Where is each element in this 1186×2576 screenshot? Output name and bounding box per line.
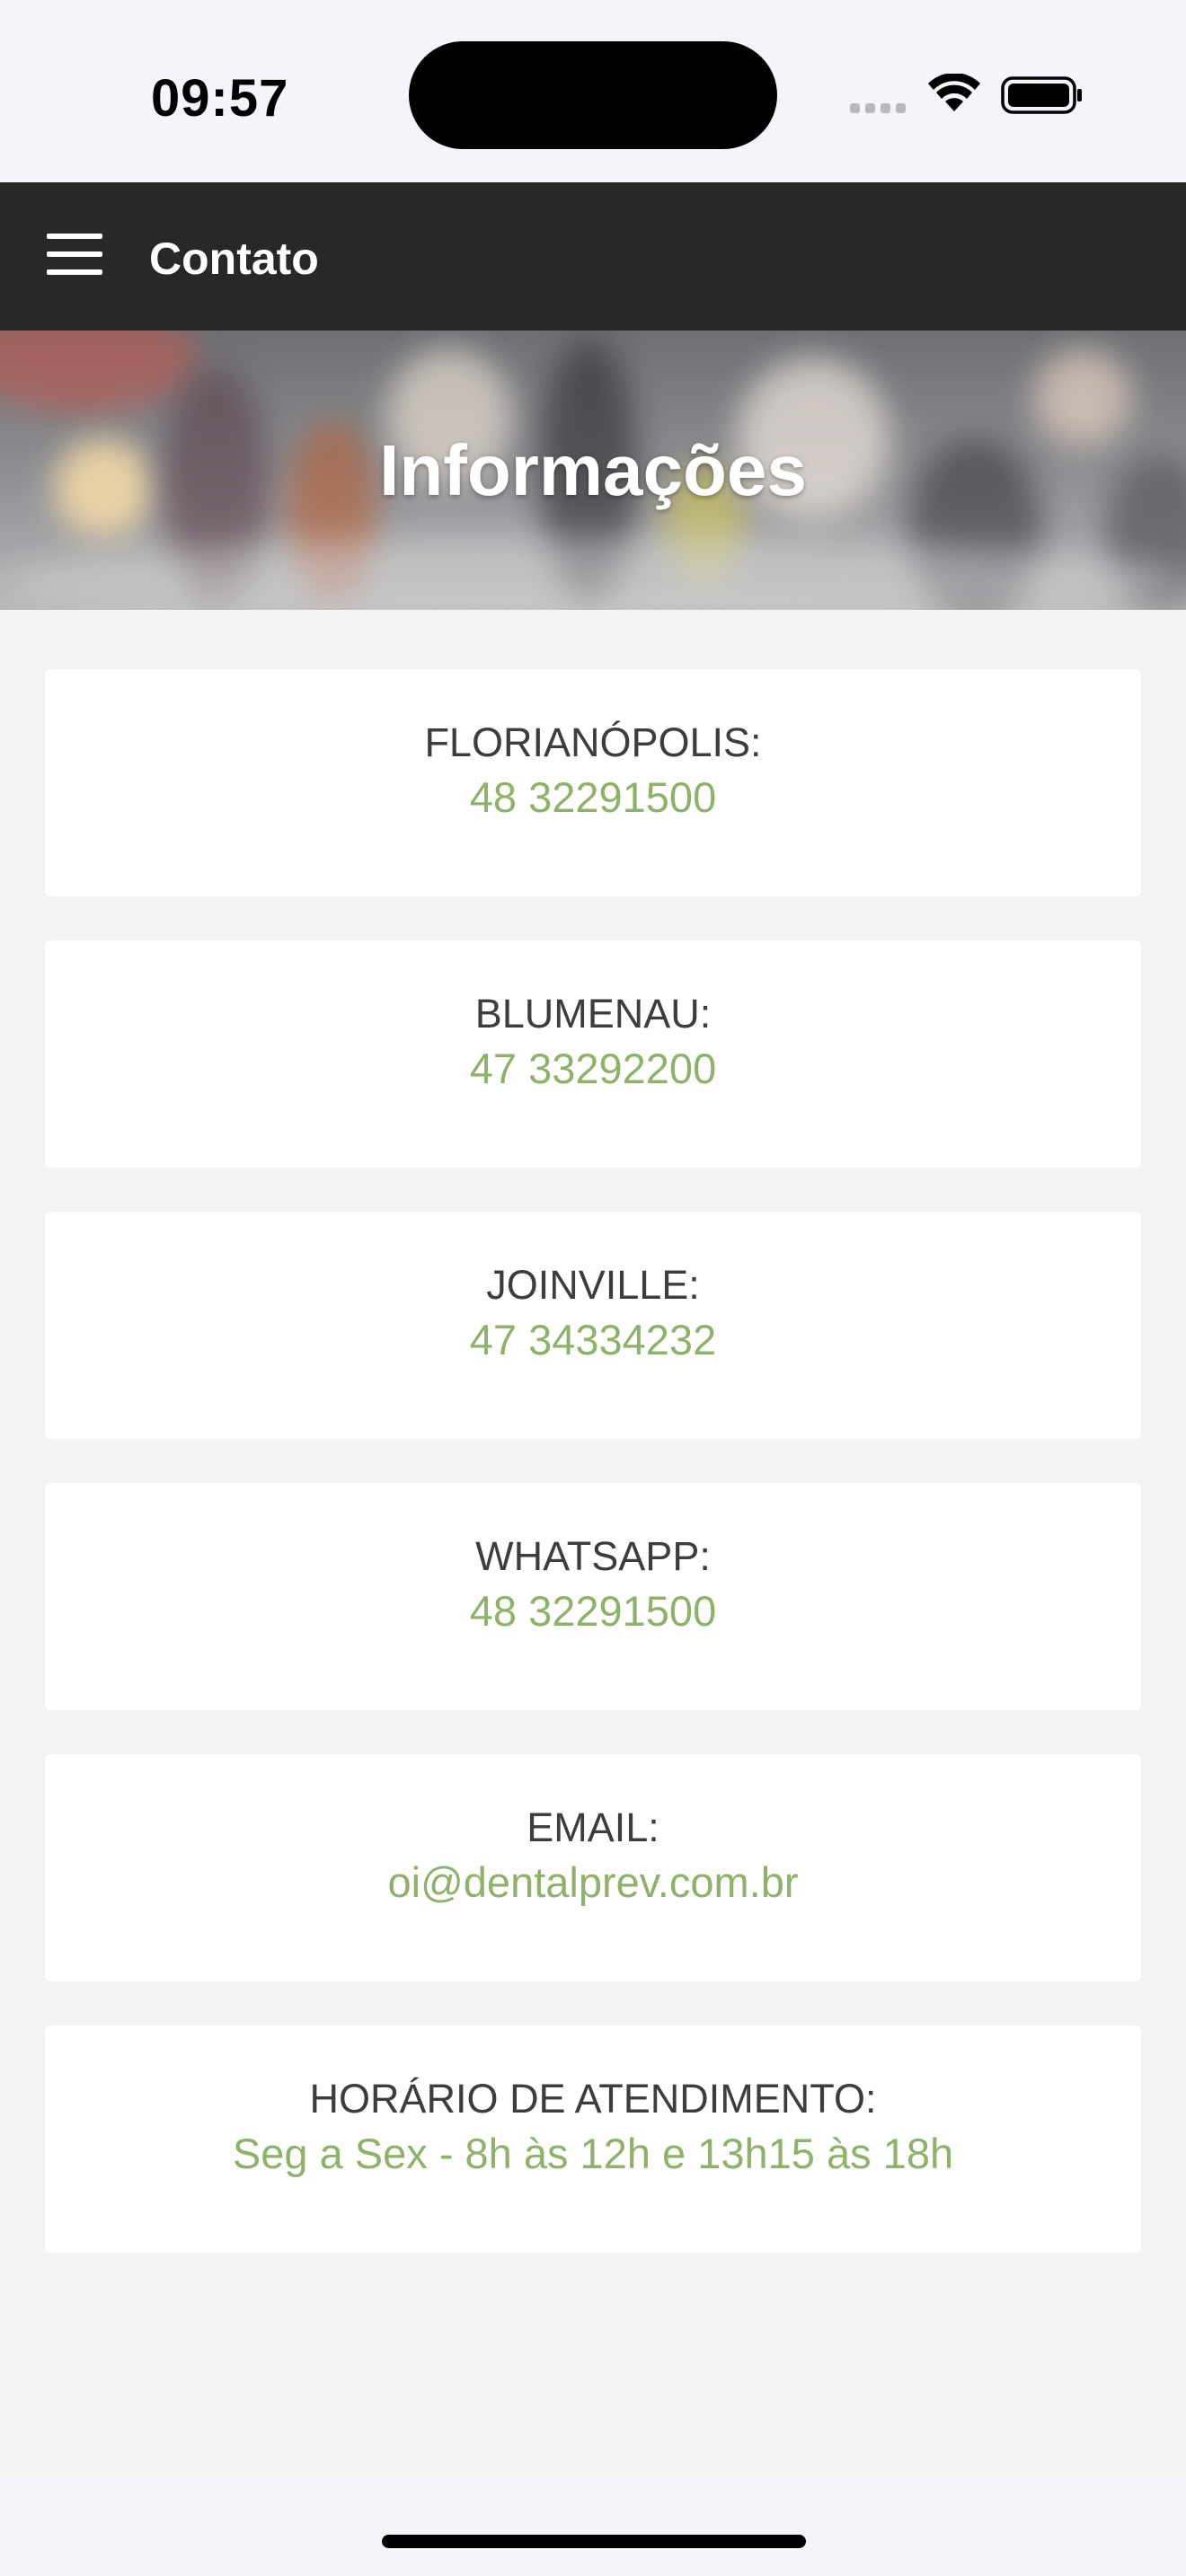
contact-card-joinville: JOINVILLE: 47 34334232 <box>45 1212 1141 1439</box>
contact-label: WHATSAPP: <box>475 1533 711 1579</box>
contact-card-blumenau: BLUMENAU: 47 33292200 <box>45 940 1141 1168</box>
contact-label: BLUMENAU: <box>474 991 712 1037</box>
cellular-signal-icon <box>850 103 906 113</box>
contact-list: FLORIANÓPOLIS: 48 32291500 BLUMENAU: 47 … <box>45 669 1141 2297</box>
wifi-icon <box>928 74 980 111</box>
contact-card-email: EMAIL: oi@dentalprev.com.br <box>45 1754 1141 1981</box>
dynamic-island <box>409 41 777 149</box>
contact-label: FLORIANÓPOLIS: <box>424 719 762 765</box>
app-bar: Contato <box>0 182 1186 331</box>
status-time: 09:57 <box>151 69 289 128</box>
contact-label: EMAIL: <box>527 1804 659 1850</box>
contact-label: JOINVILLE: <box>486 1262 700 1308</box>
contact-phone-link[interactable]: 47 34334232 <box>45 1312 1141 1368</box>
header-banner-image: Informações <box>0 331 1186 610</box>
bottom-safe-area <box>0 2476 1186 2576</box>
page-title: Contato <box>149 234 319 284</box>
contact-card-hours: HORÁRIO DE ATENDIMENTO: Seg a Sex - 8h à… <box>45 2025 1141 2253</box>
contact-card-whatsapp: WHATSAPP: 48 32291500 <box>45 1483 1141 1710</box>
home-indicator[interactable] <box>382 2535 806 2548</box>
contact-email-link[interactable]: oi@dentalprev.com.br <box>45 1855 1141 1910</box>
contact-label: HORÁRIO DE ATENDIMENTO: <box>309 2076 877 2122</box>
contact-card-florianopolis: FLORIANÓPOLIS: 48 32291500 <box>45 669 1141 896</box>
battery-icon <box>1001 76 1082 114</box>
status-bar: 09:57 <box>0 0 1186 182</box>
contact-phone-link[interactable]: 47 33292200 <box>45 1041 1141 1097</box>
contact-phone-link[interactable]: 48 32291500 <box>45 770 1141 825</box>
hamburger-menu-icon[interactable] <box>47 234 102 275</box>
opening-hours-text: Seg a Sex - 8h às 12h e 13h15 às 18h <box>232 2130 954 2177</box>
contact-whatsapp-link[interactable]: 48 32291500 <box>45 1584 1141 1639</box>
banner-title: Informações <box>379 430 807 510</box>
